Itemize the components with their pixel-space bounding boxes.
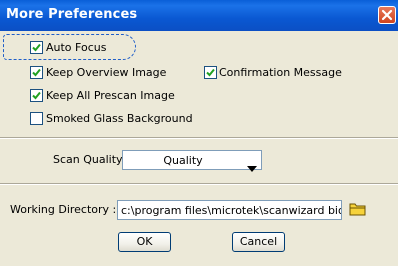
checkmark-icon [32, 43, 41, 52]
checkmark-icon [206, 68, 215, 77]
folder-icon [348, 203, 368, 222]
keep-overview-image-checkbox[interactable] [30, 66, 43, 79]
ok-button[interactable]: OK [118, 232, 171, 252]
dropdown-arrow-icon [247, 157, 257, 176]
more-preferences-dialog: More Preferences Auto Focus Keep Overvie… [0, 0, 398, 266]
keep-overview-image-label[interactable]: Keep Overview Image [46, 66, 166, 79]
scan-quality-value: Quality [163, 154, 203, 167]
scan-quality-dropdown[interactable]: Quality [122, 150, 262, 172]
smoked-glass-background-checkbox[interactable] [30, 112, 43, 125]
checkmark-icon [32, 68, 41, 77]
scan-quality-label: Scan Quality : [53, 153, 130, 166]
browse-folder-button[interactable] [348, 200, 368, 218]
checkmark-icon [32, 91, 41, 100]
smoked-glass-background-label[interactable]: Smoked Glass Background [46, 112, 193, 125]
divider [0, 137, 398, 139]
title-bar[interactable]: More Preferences [0, 0, 398, 31]
confirmation-message-label[interactable]: Confirmation Message [219, 66, 342, 79]
confirmation-message-checkbox[interactable] [204, 66, 217, 79]
auto-focus-checkbox[interactable] [30, 41, 43, 54]
keep-all-prescan-image-label[interactable]: Keep All Prescan Image [46, 89, 175, 102]
keep-all-prescan-image-checkbox[interactable] [30, 89, 43, 102]
auto-focus-label[interactable]: Auto Focus [46, 41, 106, 54]
cancel-button[interactable]: Cancel [232, 232, 285, 252]
window-title: More Preferences [6, 7, 138, 22]
divider [0, 183, 398, 185]
working-directory-input[interactable]: c:\program files\microtek\scanwizard bio… [117, 200, 342, 220]
working-directory-value: c:\program files\microtek\scanwizard bio… [121, 204, 341, 217]
close-button[interactable] [378, 6, 396, 24]
working-directory-label: Working Directory : [10, 203, 117, 216]
